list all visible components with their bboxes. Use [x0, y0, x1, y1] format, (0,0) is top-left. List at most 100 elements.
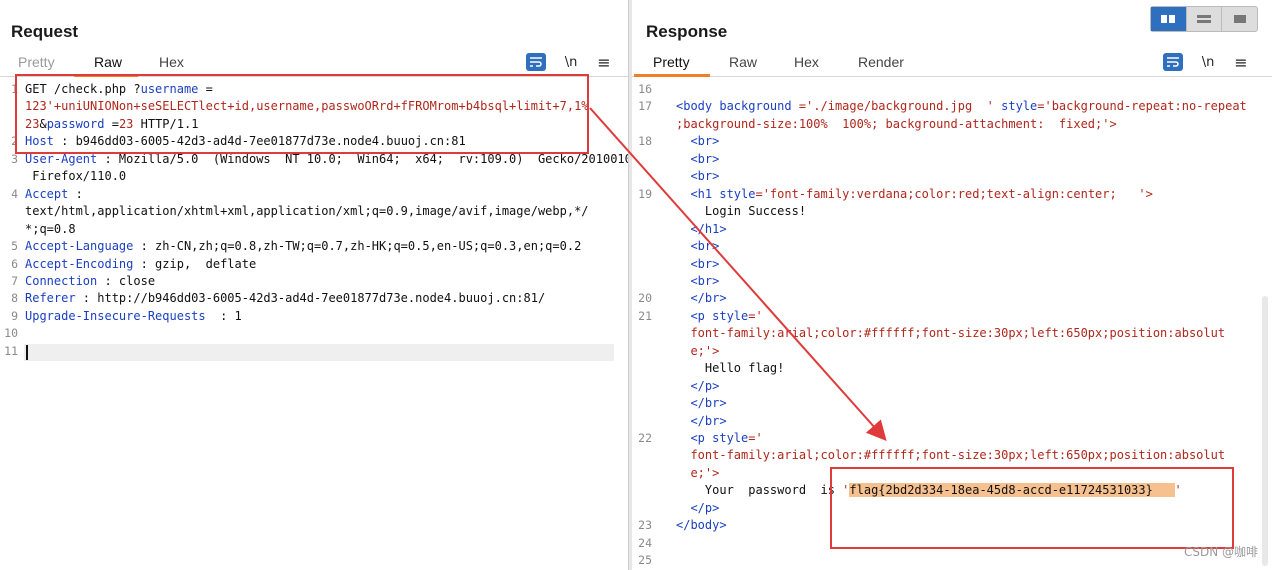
code-token: Hello flag!: [676, 361, 785, 376]
tab-hex[interactable]: Hex: [794, 54, 819, 70]
code-line: <br>: [676, 168, 719, 185]
response-title: Response: [646, 22, 728, 41]
code-line: *;q=0.8: [25, 221, 76, 238]
tab-pretty[interactable]: Pretty: [18, 54, 55, 70]
code-token: ='font-family:verdana;color:red;text-ali…: [755, 186, 1153, 201]
code-token: <p: [676, 308, 713, 323]
code-line: <br>: [676, 151, 719, 168]
line-number: 19: [638, 186, 652, 201]
tab-pretty[interactable]: Pretty: [653, 54, 690, 70]
code-line: <p style=': [676, 308, 763, 325]
code-token: Connection: [25, 273, 98, 288]
active-tab-underline: [634, 74, 710, 77]
code-token: ;background-size:100% 100%; background-a…: [676, 116, 1117, 131]
code-line: Upgrade-Insecure-Requests : 1: [25, 308, 242, 325]
code-token: ='./image/background.jpg ': [791, 99, 1002, 114]
code-line: <br>: [676, 133, 719, 150]
tab-hex[interactable]: Hex: [159, 54, 184, 70]
response-pane: Response Pretty Raw Hex Render \n ≡ 16 17…: [632, 0, 1272, 570]
line-number: 18: [638, 134, 652, 149]
code-token: style: [712, 308, 749, 323]
text-caret: [26, 345, 28, 360]
code-token: : http://b946dd03-6005-42d3-ad4d-7ee0187…: [75, 291, 546, 306]
tabbed-layout-button[interactable]: [1222, 7, 1257, 31]
code-token: <br>: [676, 169, 720, 184]
code-token: </br>: [676, 396, 727, 411]
code-token: <br>: [676, 273, 720, 288]
menu-icon[interactable]: ≡: [1231, 53, 1251, 72]
code-line: Hello flag!: [676, 360, 784, 377]
code-line: <h1 style='font-family:verdana;color:red…: [676, 186, 1153, 203]
code-line: </p>: [676, 378, 719, 395]
current-line-highlight: [24, 344, 614, 361]
rows-icon: [1197, 15, 1211, 23]
code-token: <br>: [676, 256, 720, 271]
line-number: 5: [11, 239, 18, 254]
wrap-icon: [1167, 57, 1179, 67]
request-pane: Request Pretty Raw Hex \n ≡ 1 GET /check.…: [0, 0, 639, 570]
wrap-lines-button[interactable]: [526, 53, 546, 71]
code-line: Accept :: [25, 186, 83, 203]
wrap-lines-button[interactable]: [1163, 53, 1183, 71]
code-token: *;q=0.8: [25, 221, 76, 236]
code-token: :: [68, 186, 83, 201]
code-token: =': [748, 431, 763, 445]
single-pane-icon: [1233, 15, 1246, 23]
code-line: e;'>: [676, 343, 719, 360]
line-number: 20: [638, 291, 652, 306]
flag-highlight-box: [830, 467, 1234, 549]
code-token: Upgrade-Insecure-Requests: [25, 308, 206, 323]
code-token: Accept-Language: [25, 239, 134, 254]
line-number: 6: [11, 256, 18, 271]
code-token: : zh-CN,zh;q=0.8,zh-TW;q=0.7,zh-HK;q=0.5…: [133, 239, 582, 254]
side-by-side-layout-button[interactable]: [1151, 7, 1187, 31]
code-token: </br>: [676, 413, 727, 428]
tab-raw[interactable]: Raw: [94, 54, 122, 70]
layout-toggle: [1150, 6, 1258, 32]
line-number: 7: [11, 273, 18, 288]
code-line: font-family:arial;color:#ffffff;font-siz…: [676, 447, 1225, 464]
code-line: <br>: [676, 238, 719, 255]
stacked-layout-button[interactable]: [1187, 7, 1223, 31]
code-token: </h1>: [676, 221, 727, 236]
code-token: <p: [676, 431, 713, 445]
code-token: </br>: [676, 291, 727, 306]
code-line: Connection : close: [25, 273, 155, 290]
code-line: <body background ='./image/background.jp…: [676, 98, 1247, 115]
code-token: style: [1001, 99, 1038, 114]
code-token: Firefox/110.0: [25, 169, 127, 184]
code-token: =': [748, 308, 763, 323]
code-line: text/html,application/xhtml+xml,applicat…: [25, 203, 589, 220]
line-number: 10: [4, 326, 18, 341]
code-token: </body>: [676, 518, 727, 533]
code-token: Referer: [25, 291, 76, 306]
code-token: ='background-repeat:no-repeat: [1037, 99, 1247, 114]
line-number: 22: [638, 431, 652, 445]
code-line: </body>: [676, 517, 727, 534]
code-token: : 1: [205, 308, 242, 323]
code-token: <body: [676, 99, 720, 114]
code-token: Login Success!: [676, 204, 807, 219]
code-token: text/html,application/xhtml+xml,applicat…: [25, 204, 589, 219]
code-line: <br>: [676, 273, 719, 290]
show-newlines-button[interactable]: \n: [1198, 53, 1218, 71]
code-token: : close: [97, 273, 156, 288]
response-scrollbar[interactable]: [1262, 296, 1268, 566]
code-token: Accept-Encoding: [25, 256, 134, 271]
code-token: font-family:arial;color:#ffffff;font-siz…: [676, 326, 1226, 341]
columns-icon: [1161, 15, 1176, 23]
code-line: e;'>: [676, 465, 719, 482]
line-number: 24: [638, 535, 652, 550]
code-token: </p>: [676, 378, 720, 393]
code-token: <br>: [676, 134, 720, 149]
code-line: </br>: [676, 413, 727, 430]
code-line: Firefox/110.0: [25, 168, 126, 185]
tab-raw[interactable]: Raw: [729, 54, 757, 70]
code-line: Accept-Language : zh-CN,zh;q=0.8,zh-TW;q…: [25, 238, 581, 255]
code-token: background: [719, 99, 792, 114]
code-line: </p>: [676, 500, 719, 517]
tab-render[interactable]: Render: [858, 54, 904, 70]
show-newlines-button[interactable]: \n: [561, 53, 581, 71]
menu-icon[interactable]: ≡: [594, 53, 614, 72]
code-token: font-family:arial;color:#ffffff;font-siz…: [676, 448, 1226, 463]
